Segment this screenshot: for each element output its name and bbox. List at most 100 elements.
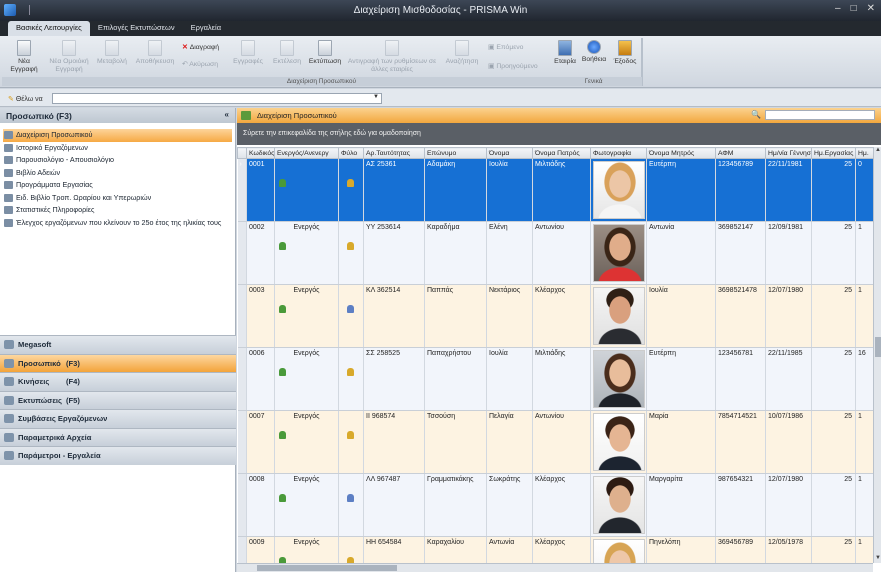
- column-header-work-date[interactable]: Ημ.Εργασίας: [811, 147, 856, 159]
- previous-button[interactable]: ▣ Προηγούμενο: [488, 62, 538, 70]
- next-button[interactable]: ▣ Επόμενο: [488, 43, 523, 51]
- nav-item-staff-management[interactable]: Διαχείριση Προσωπικού: [3, 129, 232, 142]
- nav-item-leave-book[interactable]: Βιβλίο Αδειών: [0, 167, 235, 180]
- records-icon: [241, 40, 255, 56]
- nav-pane-contracts[interactable]: Συμβάσεις Εργαζόμενων: [0, 409, 236, 428]
- active-cell[interactable]: Ενεργός: [274, 284, 339, 348]
- megasoft-icon: [4, 340, 14, 349]
- active-cell[interactable]: Ενεργός: [274, 473, 339, 537]
- nav-item-age-check[interactable]: Έλεγχος εργαζόμενων που κλείνουν το 25ο …: [0, 217, 235, 230]
- active-cell[interactable]: Ενεργός: [274, 410, 339, 474]
- scroll-down-icon[interactable]: ▼: [874, 555, 881, 563]
- photo-cell[interactable]: [590, 473, 647, 537]
- search-button[interactable]: Αναζήτηση: [442, 40, 482, 66]
- gender-cell[interactable]: [338, 347, 364, 411]
- column-header-id[interactable]: Αρ.Ταυτότητας: [363, 147, 425, 159]
- row-indicator[interactable]: [237, 473, 247, 537]
- group-by-area[interactable]: Σύρετε την επικεφαλίδα της στήλης εδώ γι…: [237, 123, 881, 145]
- tab-tools[interactable]: Εργαλεία: [183, 21, 229, 36]
- gender-cell[interactable]: [338, 536, 364, 563]
- cancel-button[interactable]: ↶ Ακύρωση: [182, 60, 218, 68]
- edit-button[interactable]: Μεταβολή: [92, 40, 132, 66]
- table-row[interactable]: 0009 Ενεργός ΗΗ 654584 Καραχαλίου Αντωνί…: [237, 536, 873, 563]
- nav-item-work-schedules[interactable]: Προγράμματα Εργασίας: [0, 179, 235, 192]
- active-cell[interactable]: [274, 158, 339, 222]
- nav-pane-prints[interactable]: Εκτυπώσεις (F5): [0, 390, 236, 409]
- nav-pane-parameter-files[interactable]: Παραμετρικά Αρχεία: [0, 427, 236, 446]
- active-cell[interactable]: Ενεργός: [274, 347, 339, 411]
- nav-pane-movements[interactable]: Κινήσεις (F4): [0, 372, 236, 391]
- photo-cell[interactable]: [590, 221, 647, 285]
- column-header-birth-date[interactable]: Ημ/νία Γέννησης: [765, 147, 812, 159]
- gender-cell[interactable]: [338, 158, 364, 222]
- nav-item-attendance[interactable]: Παρουσιολόγιο - Απουσιολόγιο: [0, 154, 235, 167]
- row-indicator[interactable]: [237, 536, 247, 563]
- new-record-button[interactable]: Νέα Εγγραφή: [4, 40, 44, 74]
- active-cell[interactable]: Ενεργός: [274, 221, 339, 285]
- close-icon[interactable]: ✕: [867, 3, 875, 14]
- column-header-father[interactable]: Όνομα Πατρός: [532, 147, 591, 159]
- maximize-icon[interactable]: □: [851, 3, 857, 14]
- grid-search-input[interactable]: [765, 110, 875, 120]
- photo-cell[interactable]: [590, 284, 647, 348]
- minimize-icon[interactable]: –: [835, 3, 841, 14]
- column-header-code[interactable]: Κωδικός: [246, 147, 275, 159]
- main-pane-title: Διαχείριση Προσωπικού: [257, 111, 337, 120]
- nav-pane-megasoft[interactable]: Megasoft: [0, 335, 236, 354]
- save-button[interactable]: Αποθήκευση: [135, 40, 175, 66]
- exit-button[interactable]: Έξοδος: [605, 40, 645, 66]
- photo-cell[interactable]: [590, 347, 647, 411]
- gender-cell[interactable]: [338, 410, 364, 474]
- gender-cell[interactable]: [338, 473, 364, 537]
- table-row[interactable]: 0003 Ενεργός ΚΛ 362514 Παππάς Νεκτάριος …: [237, 284, 873, 348]
- column-header-name[interactable]: Όνομα: [486, 147, 533, 159]
- column-header-afm[interactable]: ΑΦΜ: [715, 147, 766, 159]
- nav-item-overtime-book[interactable]: Ειδ. Βιβλίο Τροπ. Ωραρίου και Υπερωριών: [0, 192, 235, 205]
- column-header-active[interactable]: Ενεργός/Ανενεργ: [274, 147, 339, 159]
- column-header-extra[interactable]: Ημ.: [855, 147, 873, 159]
- tab-print-options[interactable]: Επιλογές Εκτυπώσεων: [90, 21, 183, 36]
- execute-button[interactable]: Εκτέλεση: [267, 40, 307, 66]
- records-button[interactable]: Εγγραφές: [228, 40, 268, 66]
- table-row[interactable]: 0007 Ενεργός ΙΙ 968574 Τσσούση Πελαγία Α…: [237, 410, 873, 474]
- main-pane: Διαχείριση Προσωπικού 🔍 Σύρετε την επικε…: [237, 108, 881, 572]
- copy-settings-button[interactable]: Αντιγραφή των ρυθμίσεων σε άλλες εταιρίε…: [347, 40, 437, 74]
- nav-pane-staff[interactable]: Προσωπικό (F3): [0, 353, 236, 372]
- table-row[interactable]: 0008 Ενεργός ΛΛ 967487 Γραμματικάκης Σωκ…: [237, 473, 873, 537]
- table-row[interactable]: 0006 Ενεργός ΣΣ 258525 Παπαχρήστου Ιουλί…: [237, 347, 873, 411]
- dropdown-arrow-icon[interactable]: ▼: [373, 94, 379, 100]
- active-cell[interactable]: Ενεργός: [274, 536, 339, 563]
- horizontal-scroll-thumb[interactable]: [257, 565, 397, 571]
- nav-item-employee-history[interactable]: Ιστορικό Εργαζόμενων: [0, 142, 235, 155]
- gender-cell[interactable]: [338, 284, 364, 348]
- photo-cell[interactable]: [590, 158, 647, 222]
- collapse-icon[interactable]: «: [225, 110, 229, 119]
- print-button[interactable]: Εκτύπωση: [305, 40, 345, 66]
- tab-basic-functions[interactable]: Βασικές Λειτουργίες: [8, 21, 90, 36]
- staff-management-icon: [241, 111, 251, 120]
- vertical-scroll-thumb[interactable]: [875, 337, 881, 357]
- row-indicator[interactable]: [237, 221, 247, 285]
- column-header-photo[interactable]: Φωτογραφία: [590, 147, 647, 159]
- check-icon: [4, 218, 13, 227]
- new-similar-record-button[interactable]: Νέα Ομοιόκή Εγγραφή: [46, 40, 92, 74]
- row-indicator[interactable]: [237, 347, 247, 411]
- column-header-mother[interactable]: Όνομα Μητρός: [646, 147, 716, 159]
- vertical-scrollbar[interactable]: ▲ ▼: [873, 147, 881, 563]
- gender-cell[interactable]: [338, 221, 364, 285]
- row-indicator[interactable]: [237, 410, 247, 474]
- column-header-gender[interactable]: Φύλο: [338, 147, 364, 159]
- horizontal-scrollbar[interactable]: [237, 563, 873, 572]
- scroll-up-icon[interactable]: ▲: [874, 147, 881, 155]
- delete-button[interactable]: ✕ Διαγραφή: [182, 43, 219, 51]
- row-indicator[interactable]: ›: [237, 158, 247, 222]
- nav-pane-parameters-tools[interactable]: Παράμετροι - Εργαλεία: [0, 446, 236, 465]
- table-row[interactable]: 0002 Ενεργός ΥΥ 253614 Καραδήμα Ελένη Αν…: [237, 221, 873, 285]
- photo-cell[interactable]: [590, 410, 647, 474]
- table-row[interactable]: › 0001 ΑΣ 25361 Αδαμάκη Ιουλία Μιλτιάδης…: [237, 158, 873, 222]
- photo-cell[interactable]: [590, 536, 647, 563]
- column-header-surname[interactable]: Επώνυμο: [424, 147, 487, 159]
- command-search-input[interactable]: ▼: [52, 93, 382, 104]
- row-indicator[interactable]: [237, 284, 247, 348]
- nav-item-statistics[interactable]: Στατιστικές Πληροφορίες: [0, 204, 235, 217]
